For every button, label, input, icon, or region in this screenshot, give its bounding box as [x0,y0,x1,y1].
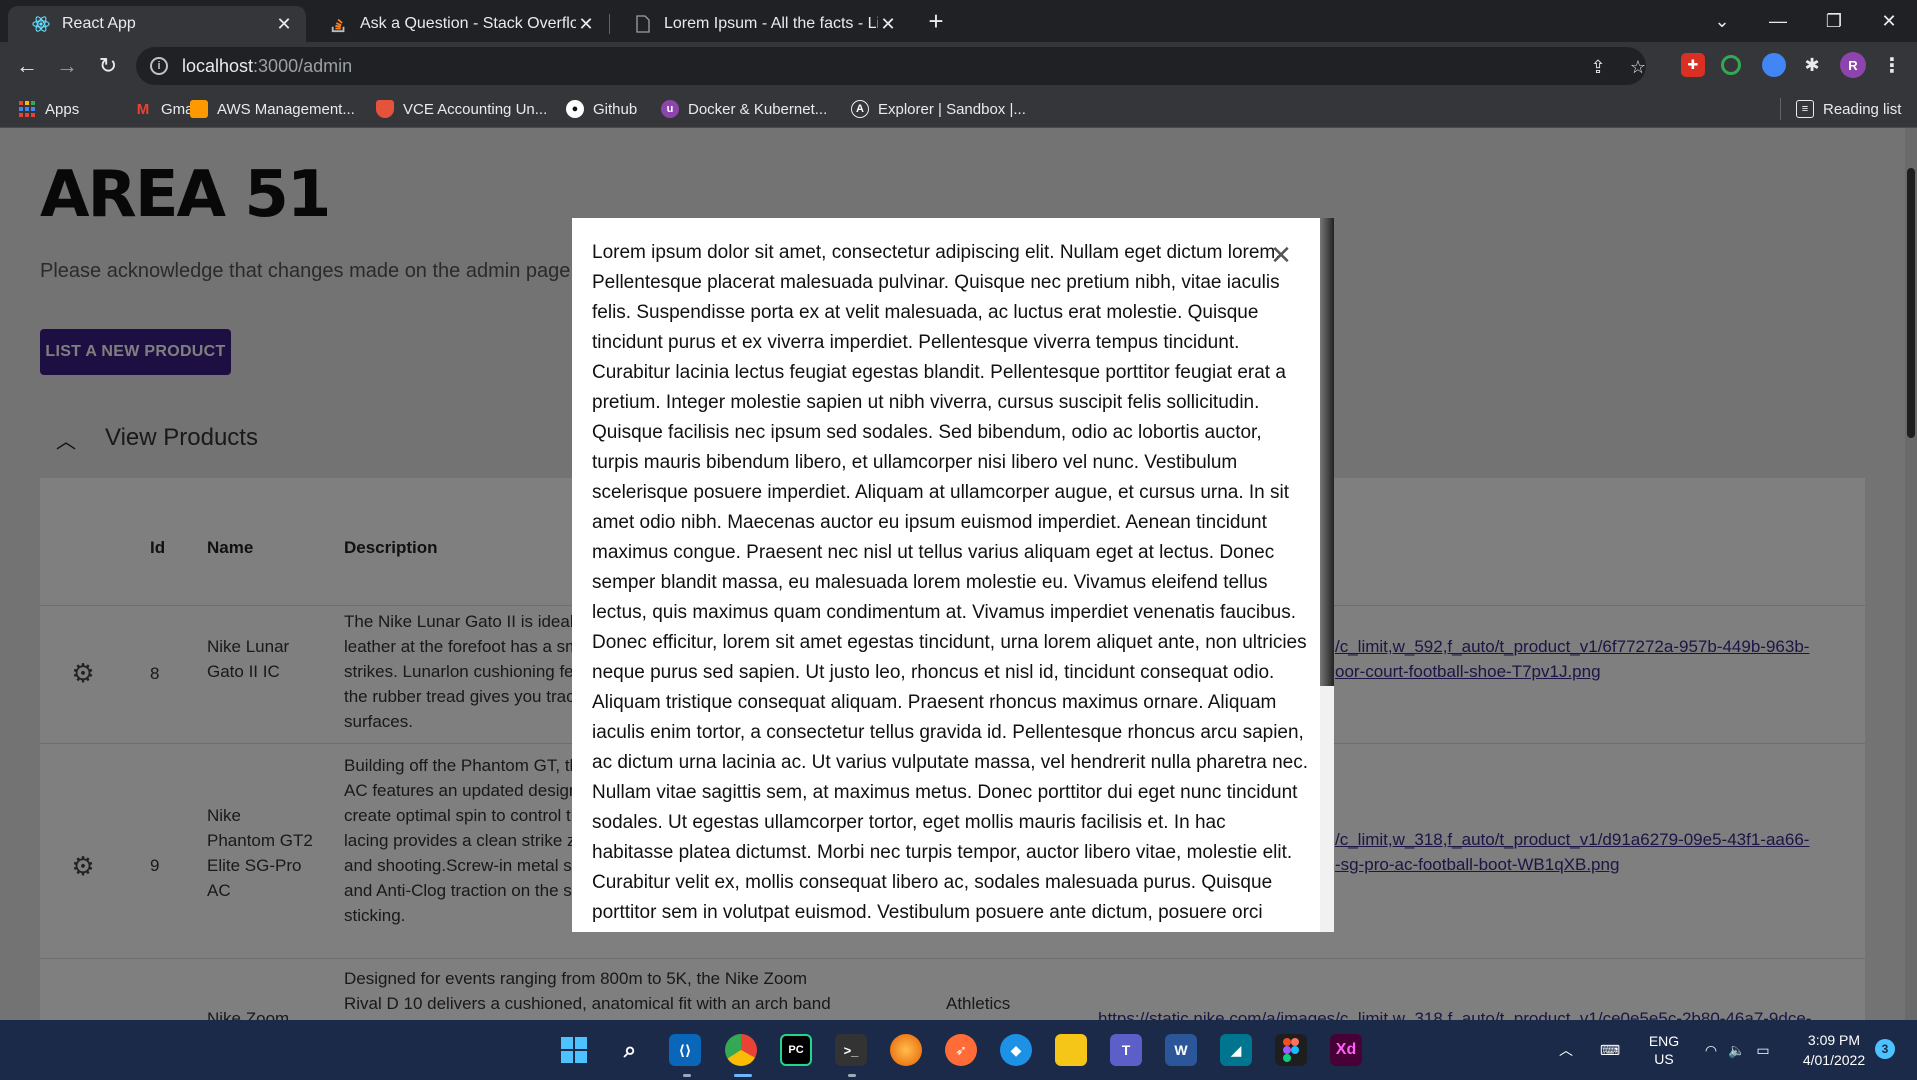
react-icon [32,15,50,33]
close-icon[interactable]: ✕ [878,14,898,34]
puzzle-icon[interactable]: ✱ [1800,53,1824,77]
bookmark-aws[interactable]: AWS Management... [190,97,355,121]
tab-react-app[interactable]: React App ✕ [8,6,306,42]
shield-icon [376,100,394,118]
bookmarks-bar: Apps M Gmail AWS Management... VCE Accou… [0,90,1917,128]
firefox-icon[interactable] [890,1034,922,1066]
scrollbar-thumb[interactable] [1320,218,1334,686]
bookmark-label: Docker & Kubernet... [688,100,828,118]
running-indicator [683,1074,691,1077]
pycharm-icon[interactable]: PC [780,1034,812,1066]
reading-list-icon: ≡ [1796,100,1814,118]
bookmark-label: AWS Management... [217,100,355,118]
figma-icon[interactable] [1275,1034,1307,1066]
minimize-icon[interactable]: — [1750,0,1806,42]
file-explorer-icon[interactable] [1055,1034,1087,1066]
url-host: localhost [182,55,254,76]
bookmark-docker[interactable]: u Docker & Kubernet... [661,97,827,121]
windows-start-icon[interactable] [558,1034,590,1066]
bookmark-explorer[interactable]: A Explorer | Sandbox |... [851,97,1026,121]
browser-toolbar: ← → ↻ i localhost:3000/admin ⇪ ☆ ✚ ✱ R ⋮ [0,42,1917,90]
close-icon[interactable]: ✕ [576,14,596,34]
wifi-icon[interactable]: ◠ [1700,1020,1722,1080]
search-icon[interactable]: ⌕ [614,1034,646,1066]
scrollbar-thumb[interactable] [1907,168,1915,438]
github-icon: ● [566,100,584,118]
aws-cube-icon [190,100,208,118]
vscode-icon[interactable]: ⟨⟩ [669,1034,701,1066]
tab-title: Ask a Question - Stack Overflow [360,15,576,32]
apollo-icon: A [851,100,869,118]
windows-taskbar: ⌕ ⟨⟩ PC >_ ➶ ◆ T W ◢ Xd ︿ ⌨ ENG US ◠ 🔈 ▭… [0,1020,1917,1080]
tab-stack-overflow[interactable]: Ask a Question - Stack Overflow ✕ [306,6,608,42]
bookmarks-divider [1780,98,1781,120]
reading-list-label: Reading list [1823,100,1902,118]
notification-badge[interactable]: 3 [1875,1039,1895,1059]
reload-icon[interactable]: ↻ [93,51,123,81]
clock-date: 4/01/2022 [1802,1052,1866,1068]
running-indicator [848,1074,856,1077]
bookmark-github[interactable]: ● Github [566,97,637,121]
tab-title: React App [62,15,136,32]
site-info-icon[interactable]: i [150,57,168,75]
restore-icon[interactable]: ❐ [1806,0,1862,42]
teams-icon[interactable]: T [1110,1034,1142,1066]
keyboard-icon[interactable]: ⌨ [1598,1020,1622,1080]
docker-course-icon: u [661,100,679,118]
window-close-icon[interactable]: ✕ [1861,0,1917,42]
menu-kebab-icon[interactable]: ⋮ [1880,53,1904,77]
new-tab-button[interactable]: + [922,8,950,36]
lang-bottom: US [1654,1051,1674,1067]
reading-list-button[interactable]: ≡ Reading list [1796,97,1901,121]
tab-title: Lorem Ipsum - All the facts - Lipsum [664,15,878,32]
tab-strip: React App ✕ Ask a Question - Stack Overf… [0,0,1917,42]
bookmark-star-icon[interactable]: ☆ [1626,55,1650,79]
language-indicator[interactable]: ENG US [1646,1020,1682,1080]
close-icon[interactable]: ✕ [274,14,294,34]
url-path: :3000/admin [253,55,353,76]
profile-avatar[interactable]: R [1840,52,1866,78]
bookmark-vce[interactable]: VCE Accounting Un... [376,97,547,121]
apps-grid-icon [18,100,36,118]
stackoverflow-icon [330,15,348,33]
tab-search-icon[interactable]: ⌄ [1694,0,1750,42]
active-indicator [734,1074,752,1077]
bookmark-label: Apps [45,100,80,118]
lang-top: ENG [1648,1033,1680,1049]
address-bar[interactable]: i localhost:3000/admin ⇪ ☆ [136,47,1646,85]
description-modal: Lorem ipsum dolor sit amet, consectetur … [572,218,1334,932]
chrome-icon[interactable] [725,1034,757,1066]
tab-lorem-ipsum[interactable]: Lorem Ipsum - All the facts - Lipsum ✕ [610,6,910,42]
clock[interactable]: 3:09 PM 4/01/2022 [1786,1020,1882,1080]
docker-icon[interactable]: ◆ [1000,1034,1032,1066]
page-scrollbar[interactable] [1905,128,1917,1020]
close-icon[interactable]: ✕ [1268,240,1294,270]
battery-icon[interactable]: ▭ [1752,1020,1774,1080]
postman-icon[interactable]: ➶ [945,1034,977,1066]
modal-body-text: Lorem ipsum dolor sit amet, consectetur … [592,242,1309,923]
tray-overflow-chevron-icon[interactable]: ︿ [1554,1020,1578,1080]
forward-arrow-icon[interactable]: → [52,51,82,81]
mysql-workbench-icon[interactable]: ◢ [1220,1034,1252,1066]
bookmark-label: VCE Accounting Un... [403,100,548,118]
volume-icon[interactable]: 🔈 [1726,1020,1748,1080]
extension-green-icon[interactable] [1721,55,1741,75]
share-icon[interactable]: ⇪ [1586,55,1610,79]
extension-blue-icon[interactable] [1762,53,1786,77]
clock-time: 3:09 PM [1807,1032,1861,1048]
word-icon[interactable]: W [1165,1034,1197,1066]
bookmark-label: Github [593,100,638,118]
back-arrow-icon[interactable]: ← [12,51,42,81]
terminal-icon[interactable]: >_ [835,1034,867,1066]
extension-red-icon[interactable]: ✚ [1681,53,1705,77]
bookmark-apps[interactable]: Apps [18,97,79,121]
page-icon [634,15,652,33]
bookmark-label: Explorer | Sandbox |... [878,100,1026,118]
modal-scrollbar[interactable] [1320,218,1334,932]
gmail-icon: M [136,100,150,118]
adobe-xd-icon[interactable]: Xd [1330,1034,1362,1066]
